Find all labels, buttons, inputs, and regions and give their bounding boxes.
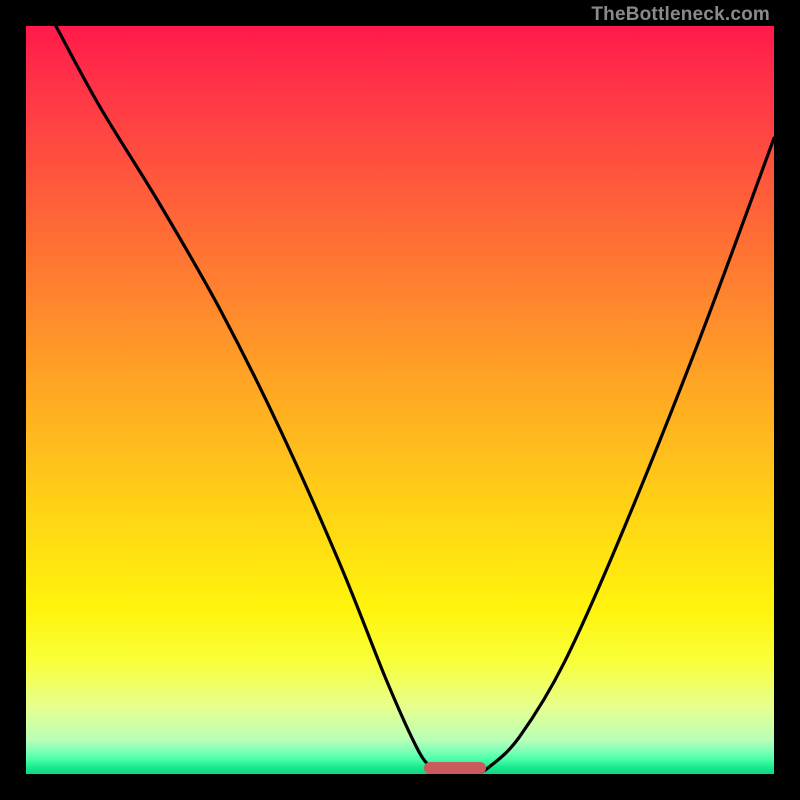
chart-frame: TheBottleneck.com <box>0 0 800 800</box>
optimal-range-marker <box>424 762 486 774</box>
curve-path <box>56 26 774 774</box>
bottleneck-curve <box>26 26 774 774</box>
watermark-text: TheBottleneck.com <box>591 4 770 26</box>
plot-area <box>26 26 774 774</box>
